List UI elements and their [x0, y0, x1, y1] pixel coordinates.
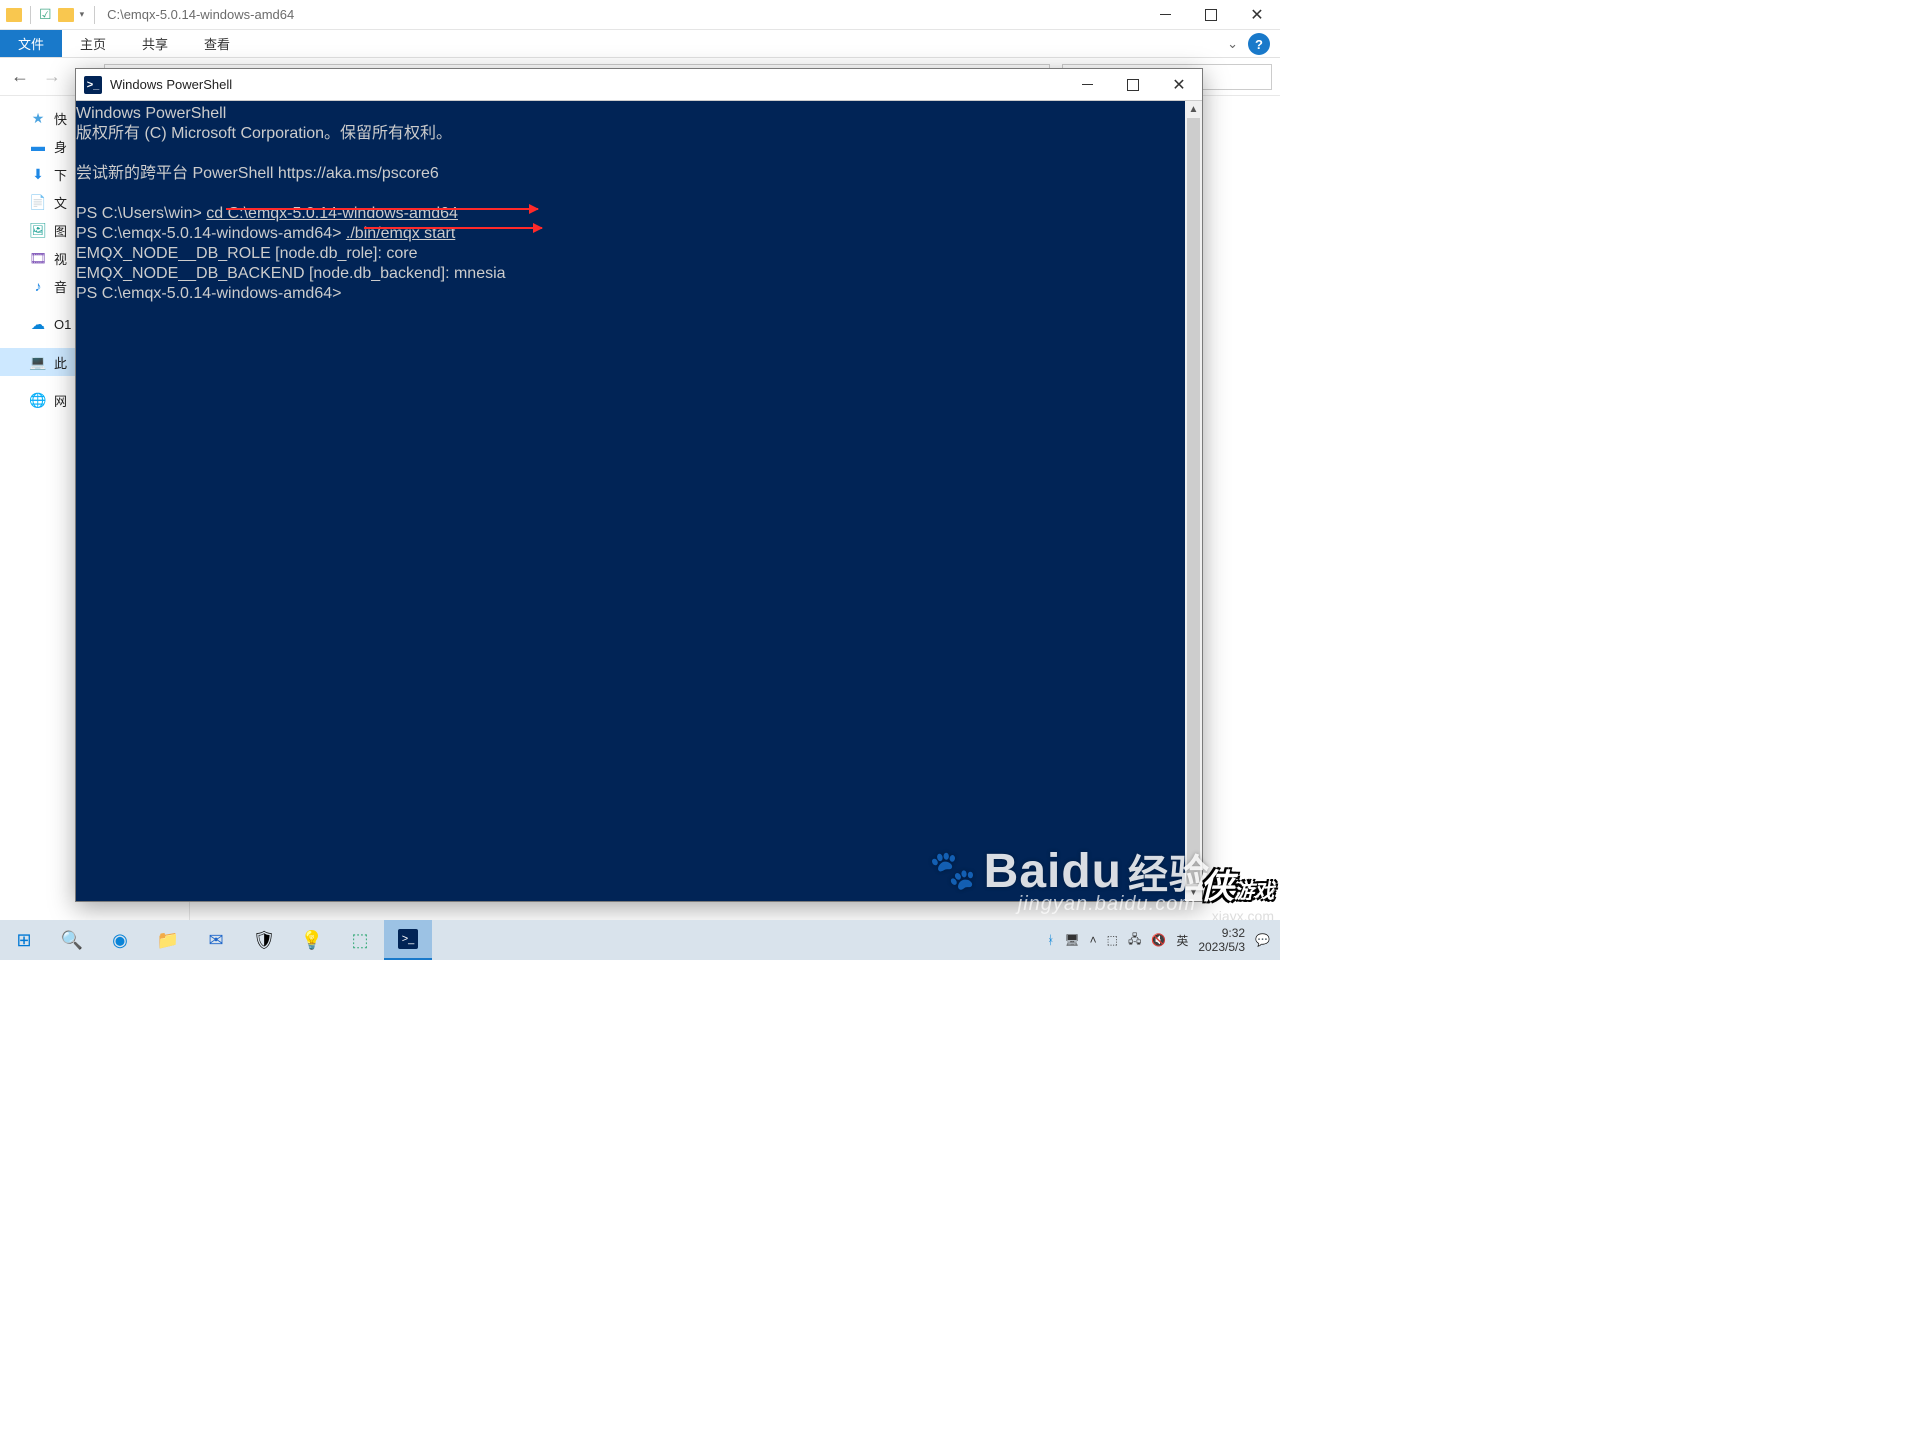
help-button[interactable]: ?: [1248, 33, 1270, 55]
ribbon-tabs: 文件 主页 共享 查看 ⌄ ?: [0, 30, 1280, 58]
scroll-up-icon[interactable]: ▲: [1185, 101, 1202, 118]
powershell-titlebar[interactable]: >_ Windows PowerShell ✕: [76, 69, 1202, 101]
annotation-arrow: [364, 227, 542, 229]
volume-icon[interactable]: 🔇: [1151, 933, 1166, 947]
taskbar-search[interactable]: 🔍: [48, 920, 96, 960]
taskbar: ⊞ 🔍 ◉ 📁 ✉ 🛡 💡 ⬚ >_ ᚼ 🖥 ˄ ⬚ 🖧 🔇 英 9:32202…: [0, 920, 1280, 960]
sidebar-item-label: 网: [54, 391, 67, 410]
ime-indicator[interactable]: 英: [1176, 932, 1188, 949]
taskbar-mail[interactable]: ✉: [192, 920, 240, 960]
explorer-titlebar: ☑ ▾ C:\emqx-5.0.14-windows-amd64 ✕: [0, 0, 1280, 30]
powershell-title: Windows PowerShell: [110, 77, 232, 92]
tab-view[interactable]: 查看: [186, 30, 248, 57]
window-controls: ✕: [1142, 0, 1280, 30]
network-icon: 🌐: [30, 392, 46, 408]
cloud-icon: ☁: [30, 316, 46, 332]
back-button[interactable]: ←: [8, 65, 32, 89]
annotation-arrow: [226, 208, 538, 210]
sidebar-item-label: 下: [54, 165, 67, 184]
check-icon[interactable]: ☑: [39, 6, 52, 23]
ribbon-expand-icon[interactable]: ⌄: [1221, 30, 1244, 57]
powershell-icon: >_: [84, 76, 102, 94]
scroll-thumb[interactable]: [1187, 118, 1200, 884]
taskbar-explorer[interactable]: 📁: [144, 920, 192, 960]
clock[interactable]: 9:322023/5/3: [1198, 926, 1245, 954]
notifications-icon[interactable]: 💬: [1255, 933, 1270, 947]
tray-up-icon[interactable]: ˄: [1090, 933, 1097, 947]
sidebar-item-label: 视: [54, 249, 67, 268]
scrollbar[interactable]: ▲ ▼: [1185, 101, 1202, 901]
maximize-button[interactable]: [1188, 0, 1234, 30]
scroll-track[interactable]: [1185, 118, 1202, 884]
taskbar-edge[interactable]: ◉: [96, 920, 144, 960]
tab-home[interactable]: 主页: [62, 30, 124, 57]
quick-access-toolbar: ☑ ▾: [0, 6, 90, 24]
sidebar-item-label: 音: [54, 277, 67, 296]
pc-icon: 💻: [30, 354, 46, 370]
picture-icon: 🖼: [30, 222, 46, 238]
taskbar-powershell[interactable]: >_: [384, 920, 432, 960]
video-icon: 🎞: [30, 250, 46, 266]
terminal-output: Windows PowerShell 版权所有 (C) Microsoft Co…: [76, 103, 506, 303]
close-button[interactable]: ✕: [1156, 69, 1202, 101]
tab-share[interactable]: 共享: [124, 30, 186, 57]
folder-icon: [6, 8, 22, 22]
watermark-url: jingyan.baidu.com: [1018, 893, 1196, 916]
desktop-icon: ▬: [30, 138, 46, 154]
sidebar-item-label: 图: [54, 221, 67, 240]
sidebar-item-label: 快: [54, 109, 67, 128]
music-icon: ♪: [30, 278, 46, 294]
start-button[interactable]: ⊞: [0, 920, 48, 960]
taskbar-app[interactable]: ⬚: [336, 920, 384, 960]
taskbar-app[interactable]: 💡: [288, 920, 336, 960]
qat-dropdown-icon[interactable]: ▾: [80, 9, 85, 20]
tray-icon[interactable]: 🖥: [1064, 933, 1079, 947]
minimize-button[interactable]: [1142, 0, 1188, 30]
star-icon: ★: [30, 110, 46, 126]
minimize-button[interactable]: [1064, 69, 1110, 101]
document-icon: 📄: [30, 194, 46, 210]
separator: [94, 6, 95, 24]
sidebar-item-label: O1: [54, 317, 71, 332]
window-title: C:\emqx-5.0.14-windows-amd64: [107, 7, 294, 22]
folder-icon[interactable]: [58, 8, 74, 22]
sidebar-item-label: 此: [54, 353, 67, 372]
bluetooth-icon[interactable]: ᚼ: [1047, 933, 1054, 947]
watermark-baidu: 🐾 Baidu经验: [929, 842, 1210, 900]
vm-icon[interactable]: ⬚: [1107, 933, 1118, 947]
sidebar-item-label: 身: [54, 137, 67, 156]
sidebar-item-label: 文: [54, 193, 67, 212]
separator: [30, 6, 31, 24]
paw-icon: 🐾: [929, 849, 977, 893]
forward-button[interactable]: →: [40, 65, 64, 89]
window-controls: ✕: [1064, 69, 1202, 101]
close-button[interactable]: ✕: [1234, 0, 1280, 30]
network-icon[interactable]: 🖧: [1128, 930, 1141, 951]
tab-file[interactable]: 文件: [0, 30, 62, 57]
maximize-button[interactable]: [1110, 69, 1156, 101]
download-icon: ⬇: [30, 166, 46, 182]
watermark-game: 侠游戏 xiayx.com: [1200, 859, 1274, 924]
taskbar-app[interactable]: 🛡: [240, 920, 288, 960]
powershell-window: >_ Windows PowerShell ✕ Windows PowerShe…: [75, 68, 1203, 902]
terminal-body[interactable]: Windows PowerShell 版权所有 (C) Microsoft Co…: [76, 101, 1202, 901]
system-tray: ᚼ 🖥 ˄ ⬚ 🖧 🔇 英 9:322023/5/3 💬: [1047, 926, 1280, 954]
